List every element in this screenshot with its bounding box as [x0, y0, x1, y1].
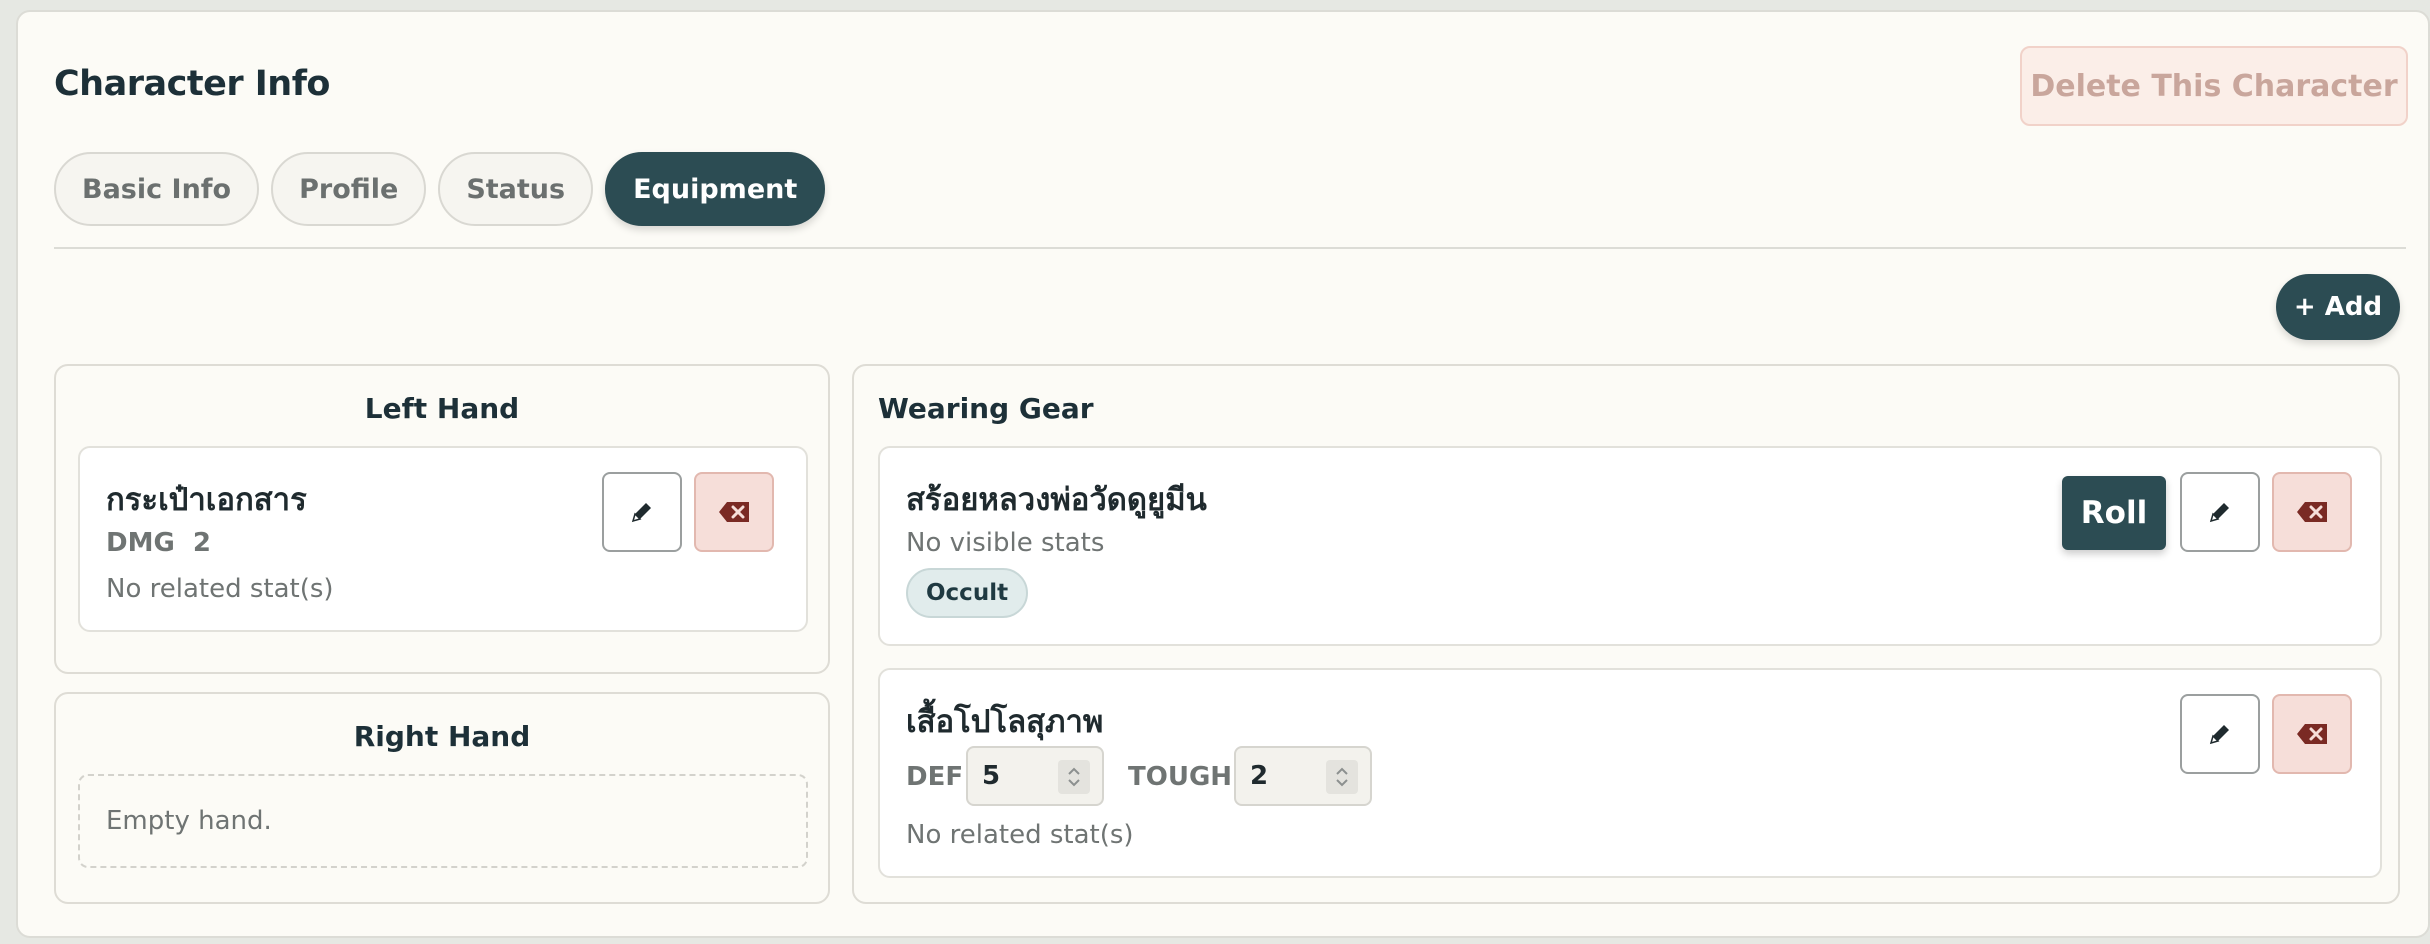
tab-equipment[interactable]: Equipment [605, 152, 826, 226]
empty-hand-text: Empty hand. [106, 806, 272, 836]
def-label: DEF [906, 762, 964, 792]
edit-item-button[interactable] [2180, 472, 2260, 552]
dmg-stat: DMG 2 [106, 528, 211, 558]
item-name: กระเป๋าเอกสาร [106, 482, 307, 518]
item-name: สร้อยหลวงพ่อวัดดูยูมีน [906, 482, 1207, 518]
delete-item-button[interactable] [2272, 694, 2352, 774]
empty-hand-slot: Empty hand. [78, 774, 808, 868]
delete-item-button[interactable] [2272, 472, 2352, 552]
chevron-updown-icon[interactable] [1058, 760, 1090, 794]
edit-item-button[interactable] [602, 472, 682, 552]
delete-character-button[interactable]: Delete This Character [2020, 46, 2408, 126]
tab-profile[interactable]: Profile [271, 152, 427, 226]
pencil-icon [2209, 503, 2229, 523]
chevron-updown-icon[interactable] [1326, 760, 1358, 794]
wearing-item-card: สร้อยหลวงพ่อวัดดูยูมีน No visible stats … [878, 446, 2382, 646]
item-name: เสื้อโปโลสุภาพ [906, 704, 1104, 740]
right-hand-section: Right Hand Empty hand. [54, 692, 830, 904]
left-hand-item-card: กระเป๋าเอกสาร DMG 2 No related stat(s) [78, 446, 808, 632]
wearing-item-card: เสื้อโปโลสุภาพ DEF 5 TOUGH 2 No related … [878, 668, 2382, 878]
backspace-icon [2297, 724, 2327, 744]
edit-item-button[interactable] [2180, 694, 2260, 774]
item-stats-text: No visible stats [906, 528, 1105, 558]
tough-stepper[interactable]: 2 [1234, 746, 1372, 806]
related-stats-text: No related stat(s) [106, 574, 334, 604]
backspace-icon [719, 502, 749, 522]
delete-item-button[interactable] [694, 472, 774, 552]
roll-button[interactable]: Roll [2062, 476, 2166, 550]
def-stepper[interactable]: 5 [966, 746, 1104, 806]
tag-occult: Occult [906, 568, 1029, 618]
left-hand-title: Left Hand [364, 392, 520, 425]
dmg-value: 2 [192, 528, 211, 558]
page-title: Character Info [54, 64, 330, 104]
divider [54, 247, 2406, 249]
pencil-icon [631, 503, 651, 523]
character-info-panel: Character Info Delete This Character Bas… [16, 10, 2430, 938]
tab-basic-info[interactable]: Basic Info [54, 152, 260, 226]
tab-bar: Basic Info Profile Status Equipment [54, 152, 826, 226]
wearing-gear-section: Wearing Gear สร้อยหลวงพ่อวัดดูยูมีน No v… [852, 364, 2400, 904]
tough-label: TOUGH [1128, 762, 1233, 792]
tab-status[interactable]: Status [438, 152, 594, 226]
def-value: 5 [982, 761, 1001, 791]
tough-value: 2 [1250, 761, 1269, 791]
dmg-label: DMG [106, 528, 175, 558]
add-equipment-button[interactable]: + Add [2276, 274, 2400, 340]
left-hand-section: Left Hand กระเป๋าเอกสาร DMG 2 No related… [54, 364, 830, 674]
right-hand-title: Right Hand [353, 720, 531, 753]
pencil-icon [2209, 725, 2229, 745]
wearing-gear-title: Wearing Gear [878, 392, 1094, 425]
backspace-icon [2297, 502, 2327, 522]
related-stats-text: No related stat(s) [906, 820, 1134, 850]
